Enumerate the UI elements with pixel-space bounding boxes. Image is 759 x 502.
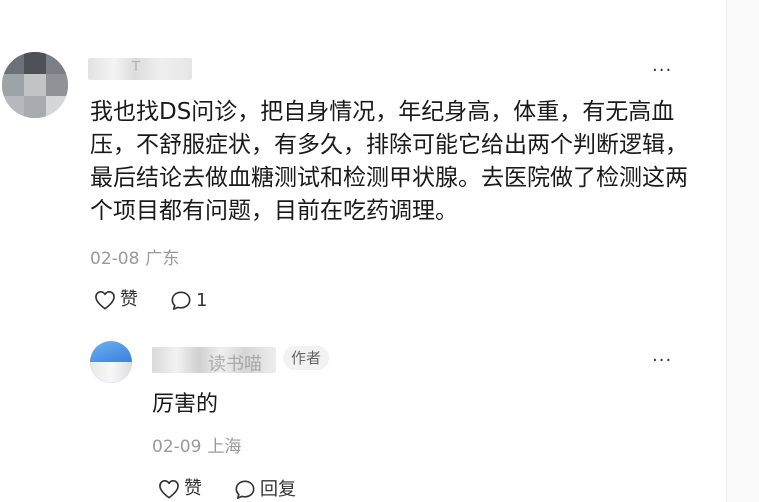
reply-username[interactable]: 读书喵	[152, 347, 276, 375]
comment-date: 02-08	[90, 249, 140, 269]
author-badge: 作者	[283, 346, 330, 370]
comment-thread: T ··· 我也找DS问诊，把自身情况，年纪身高，体重，有无高血压，不舒服症状，…	[0, 0, 759, 502]
comment-body: 我也找DS问诊，把自身情况，年纪身高，体重，有无高血压，不舒服症状，有多久，排除…	[90, 99, 688, 224]
ellipsis-icon: ···	[652, 60, 673, 81]
reply-location: 上海	[207, 437, 242, 457]
comment-location: 广东	[145, 249, 180, 269]
reply-more-options-button[interactable]: ···	[652, 352, 672, 370]
reply-date: 02-09	[152, 437, 202, 457]
username[interactable]: T	[88, 58, 192, 80]
heart-outline-icon	[94, 290, 116, 310]
reply-count-button[interactable]: 1	[170, 290, 207, 311]
reply-body: 厉害的	[152, 392, 219, 417]
reply-username-text: 读书喵	[208, 354, 262, 375]
speech-bubble-icon	[170, 290, 192, 311]
reply-label: 回复	[260, 478, 296, 500]
like-label: 赞	[120, 289, 138, 310]
speech-bubble-icon	[234, 479, 256, 500]
reply-avatar[interactable]	[90, 341, 132, 383]
side-panel	[727, 0, 759, 502]
ellipsis-icon: ···	[652, 350, 673, 371]
reply-meta: 02-09 上海	[152, 439, 241, 456]
heart-outline-icon	[158, 479, 180, 499]
reply-button[interactable]: 回复	[234, 479, 296, 500]
avatar[interactable]	[2, 52, 68, 118]
like-button[interactable]: 赞	[94, 290, 138, 310]
comment-meta: 02-08 广东	[90, 251, 179, 268]
more-options-button[interactable]: ···	[652, 62, 672, 80]
reply-count: 1	[196, 289, 208, 311]
reply-like-label: 赞	[184, 478, 202, 499]
reply-like-button[interactable]: 赞	[158, 479, 202, 499]
username-text: T	[132, 60, 140, 75]
